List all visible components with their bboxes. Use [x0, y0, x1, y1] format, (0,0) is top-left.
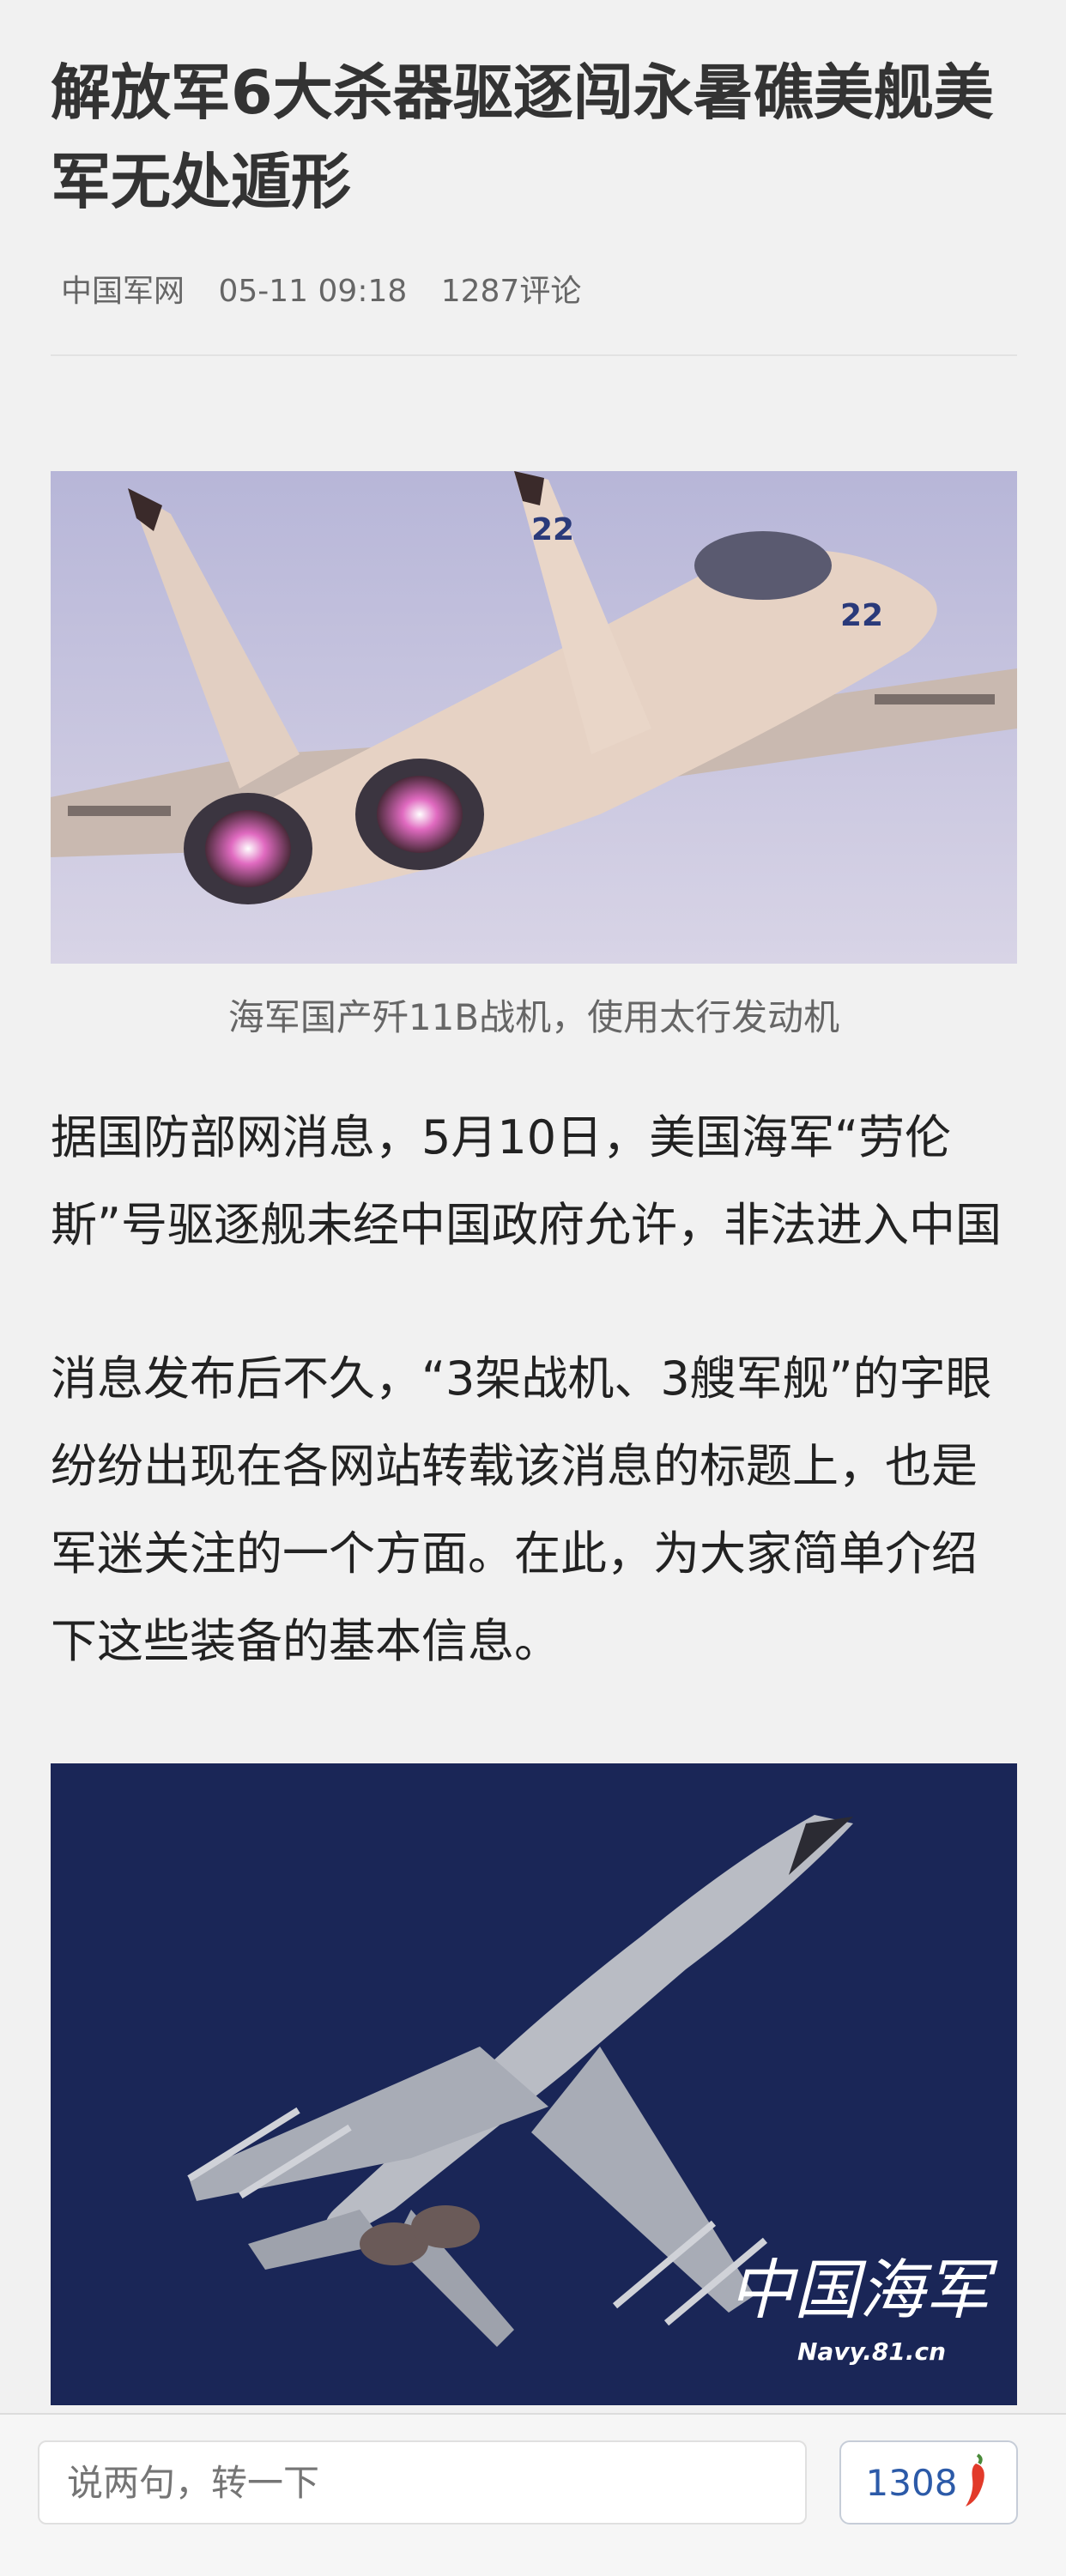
publish-time: 05-11 09:18 — [218, 274, 408, 309]
article-meta: 中国军网 05-11 09:18 1287评论 — [61, 266, 605, 311]
svg-text:22: 22 — [531, 512, 574, 547]
comment-count: 1308 — [865, 2461, 958, 2504]
image-watermark-cn: 中国海军 — [729, 2252, 998, 2328]
comment-count-button[interactable]: 1308 — [839, 2440, 1018, 2525]
article-image-fighter-rear[interactable]: 22 22 — [51, 471, 1017, 964]
article-paragraph-2: 消息发布后不久，“3架战机、3艘军舰”的字眼纷纷出现在各网站转载该消息的标题上，… — [51, 1351, 992, 1668]
chili-pepper-icon — [962, 2453, 991, 2512]
source-label[interactable]: 中国军网 — [61, 274, 185, 309]
article-image-fighter-below[interactable]: 中国海军 Navy.81.cn — [51, 1763, 1017, 2405]
article-paragraph-1: 据国防部网消息，5月10日，美国海军“劳伦斯”号驱逐舰未经中国政府允许，非法进入… — [51, 1110, 1002, 1252]
bottom-comment-bar: 1308 — [0, 2413, 1066, 2576]
image-watermark-url: Navy.81.cn — [797, 2337, 946, 2366]
divider — [51, 354, 1017, 356]
comment-input[interactable] — [38, 2440, 807, 2525]
image-caption: 海军国产歼11B战机，使用太行发动机 — [227, 996, 840, 1038]
comment-count-link[interactable]: 1287评论 — [441, 274, 582, 309]
article-title: 解放军6大杀器驱逐闯永暑礁美舰美军无处遁形 — [51, 57, 994, 217]
svg-text:22: 22 — [840, 598, 883, 633]
